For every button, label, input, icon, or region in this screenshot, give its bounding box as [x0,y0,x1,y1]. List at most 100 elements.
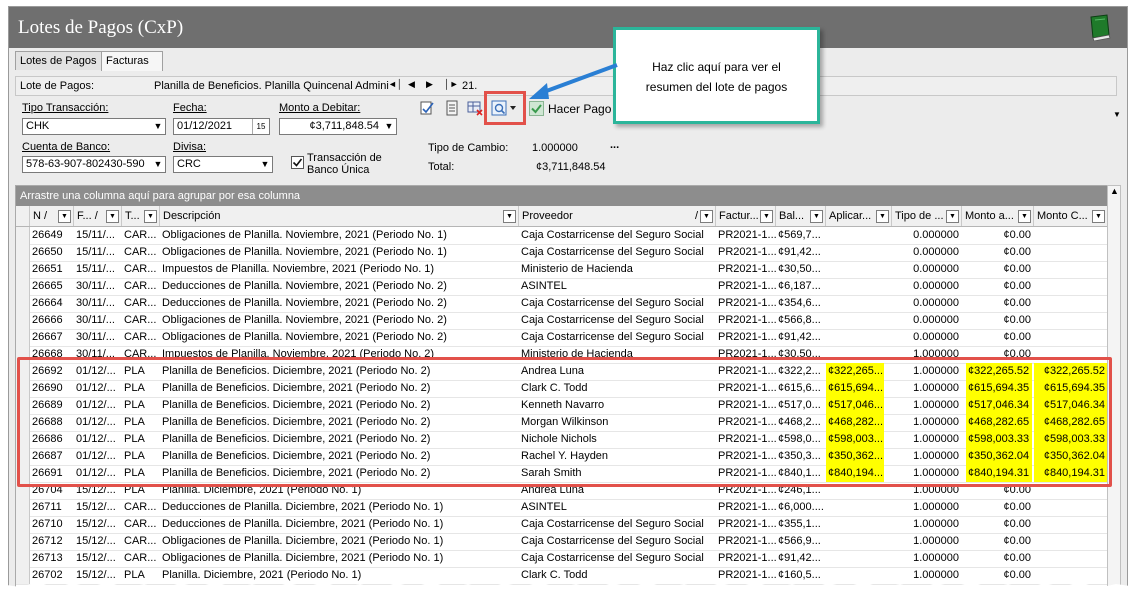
cell-tipo-cambio[interactable]: 0.000000 [892,244,962,261]
col-header-proveedor[interactable]: Proveedor / ▼ [519,206,716,226]
cell-descripcion[interactable]: Obligaciones de Planilla. Noviembre, 202… [160,244,519,261]
cell-monto-aplicar[interactable]: ¢0.00 [962,312,1034,329]
cell-balance[interactable]: ¢354,6... [776,295,826,312]
cell-descripcion[interactable]: Obligaciones de Planilla. Noviembre, 202… [160,227,519,244]
cell-proveedor[interactable]: Caja Costarricense del Seguro Social [519,550,716,567]
cell-proveedor[interactable]: Caja Costarricense del Seguro Social [519,227,716,244]
cell-balance[interactable]: ¢91,42... [776,244,826,261]
edit-check-icon[interactable] [419,100,435,116]
cell-monto-aplicar[interactable]: ¢0.00 [962,227,1034,244]
cell-proveedor[interactable]: ASINTEL [519,278,716,295]
cell-monto-aplicar[interactable]: ¢0.00 [962,295,1034,312]
cell-fecha[interactable]: 15/11/... [74,244,122,261]
table-row[interactable]: 26664 30/11/... CAR... Deducciones de Plani… [16,295,1108,313]
document-icon[interactable] [445,100,459,116]
filter-icon[interactable]: ▼ [1092,210,1105,223]
cell-tipo-cambio[interactable]: 0.000000 [892,295,962,312]
cell-fecha[interactable]: 15/11/... [74,227,122,244]
cell-aplicar[interactable] [826,499,892,516]
cell-n[interactable]: 26665 [30,278,74,295]
table-row[interactable]: 26666 30/11/... CAR... Obligaciones de Plan… [16,312,1108,330]
table-row[interactable]: 26667 30/11/... CAR... Obligaciones de Plan… [16,329,1108,347]
filter-icon[interactable]: ▼ [700,210,713,223]
cell-tipo-cambio[interactable]: 0.000000 [892,278,962,295]
cell-n[interactable]: 26649 [30,227,74,244]
calendar-icon[interactable]: 15 [252,119,269,134]
cell-descripcion[interactable]: Deducciones de Planilla. Diciembre, 2021… [160,516,519,533]
cell-proveedor[interactable]: Caja Costarricense del Seguro Social [519,516,716,533]
col-header-tipo-cambio[interactable]: Tipo de ... ▼ [892,206,962,226]
cell-proveedor[interactable]: Caja Costarricense del Seguro Social [519,533,716,550]
cell-monto-convertido[interactable] [1034,227,1108,244]
col-header-factura[interactable]: Factur... ▼ [716,206,776,226]
row-indicator[interactable] [16,244,30,261]
cell-tipo[interactable]: CAR... [122,550,160,567]
cell-balance[interactable]: ¢566,8... [776,312,826,329]
cell-factura[interactable]: PR2021-1... [716,516,776,533]
col-header-tipo[interactable]: T... ▼ [122,206,160,226]
cell-tipo-cambio[interactable]: 1.000000 [892,550,962,567]
col-header-monto-aplicar[interactable]: Monto a... ▼ [962,206,1034,226]
cell-aplicar[interactable] [826,295,892,312]
table-row[interactable]: 26712 15/12/... CAR... Obligaciones de Plan… [16,533,1108,551]
cell-factura[interactable]: PR2021-1... [716,533,776,550]
col-header-fecha[interactable]: F... / ▼ [74,206,122,226]
cell-fecha[interactable]: 15/12/... [74,550,122,567]
cell-balance[interactable]: ¢30,50... [776,261,826,278]
cell-factura[interactable]: PR2021-1... [716,295,776,312]
first-record-icon[interactable]: ◄│ [388,79,403,89]
fecha-input[interactable]: 01/12/2021 15 [173,118,270,135]
tab-facturas[interactable]: Facturas [101,51,163,71]
cell-factura[interactable]: PR2021-1... [716,227,776,244]
filter-icon[interactable]: ▼ [106,210,119,223]
cell-n[interactable]: 26650 [30,244,74,261]
cell-tipo[interactable]: CAR... [122,261,160,278]
next-record-icon[interactable]: ▶ [426,79,433,90]
divisa-select[interactable]: CRC ▼ [173,156,273,173]
filter-icon[interactable]: ▼ [58,210,71,223]
cell-proveedor[interactable]: Ministerio de Hacienda [519,261,716,278]
row-indicator[interactable] [16,312,30,329]
cell-factura[interactable]: PR2021-1... [716,261,776,278]
cell-descripcion[interactable]: Obligaciones de Planilla. Noviembre, 202… [160,329,519,346]
tab-lotes-de-pagos[interactable]: Lotes de Pagos [15,51,109,70]
hacer-pago-button[interactable]: Hacer Pago [548,102,611,116]
cell-balance[interactable]: ¢6,000.... [776,499,826,516]
cell-n[interactable]: 26710 [30,516,74,533]
cell-tipo[interactable]: CAR... [122,499,160,516]
prev-record-icon[interactable]: ◀ [408,79,415,90]
cell-balance[interactable]: ¢355,1... [776,516,826,533]
chevron-down-icon[interactable]: ▼ [382,119,396,134]
cell-factura[interactable]: PR2021-1... [716,329,776,346]
chevron-down-icon[interactable]: ▼ [151,119,165,134]
cell-monto-aplicar[interactable]: ¢0.00 [962,516,1034,533]
cell-tipo-cambio[interactable]: 0.000000 [892,261,962,278]
filter-icon[interactable]: ▼ [946,210,959,223]
cell-monto-aplicar[interactable]: ¢0.00 [962,278,1034,295]
cell-tipo[interactable]: CAR... [122,278,160,295]
cell-fecha[interactable]: 30/11/... [74,278,122,295]
filter-icon[interactable]: ▼ [1018,210,1031,223]
cell-fecha[interactable]: 15/12/... [74,533,122,550]
cell-descripcion[interactable]: Obligaciones de Planilla. Diciembre, 202… [160,533,519,550]
cell-n[interactable]: 26664 [30,295,74,312]
cell-proveedor[interactable]: Caja Costarricense del Seguro Social [519,244,716,261]
cell-monto-aplicar[interactable]: ¢0.00 [962,550,1034,567]
cell-descripcion[interactable]: Impuestos de Planilla. Noviembre, 2021 (… [160,261,519,278]
cell-fecha[interactable]: 15/12/... [74,499,122,516]
cell-tipo[interactable]: CAR... [122,329,160,346]
cell-aplicar[interactable] [826,278,892,295]
cell-tipo[interactable]: CAR... [122,244,160,261]
cell-aplicar[interactable] [826,516,892,533]
cell-descripcion[interactable]: Obligaciones de Planilla. Noviembre, 202… [160,312,519,329]
cell-descripcion[interactable]: Deducciones de Planilla. Noviembre, 2021… [160,295,519,312]
table-row[interactable]: 26649 15/11/... CAR... Obligaciones de Plan… [16,227,1108,245]
col-header-aplicar[interactable]: Aplicar... ▼ [826,206,892,226]
group-by-bar[interactable]: Arrastre una columna aquí para agrupar p… [16,186,1108,206]
row-indicator[interactable] [16,278,30,295]
monto-debitar-input[interactable]: ¢3,711,848.54 ▼ [279,118,397,135]
cell-monto-aplicar[interactable]: ¢0.00 [962,261,1034,278]
cell-tipo[interactable]: CAR... [122,227,160,244]
cell-tipo[interactable]: CAR... [122,516,160,533]
cell-balance[interactable]: ¢569,7... [776,227,826,244]
